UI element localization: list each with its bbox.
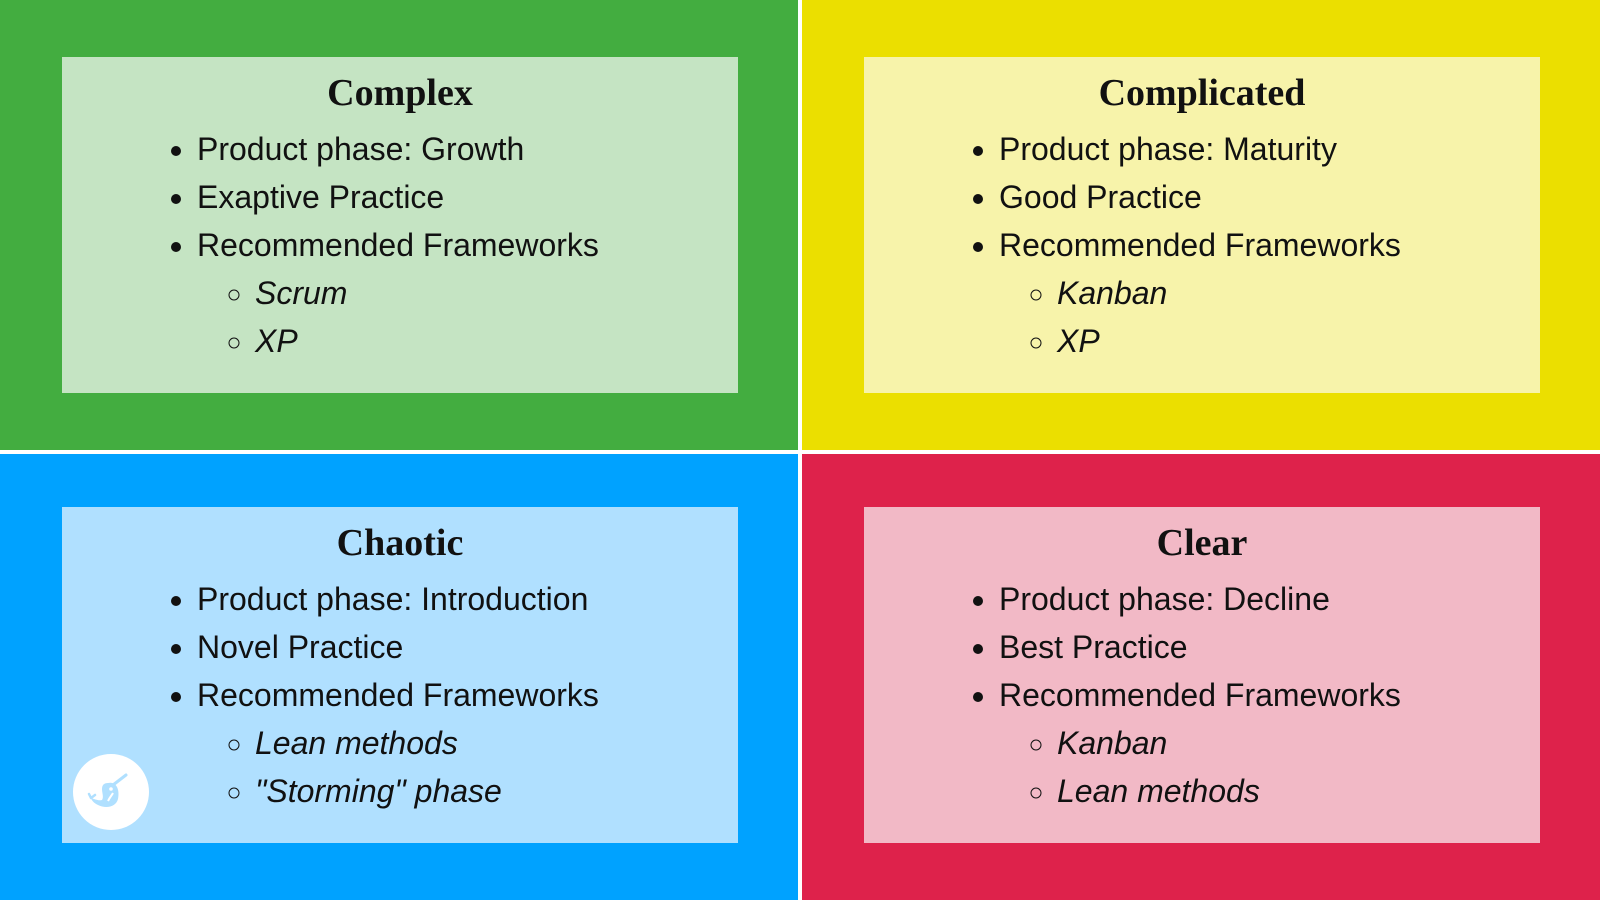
framework-item: XP [255, 317, 738, 365]
list-item: Recommended Frameworks Lean methods "Sto… [197, 671, 738, 815]
quadrant-complicated: Complicated Product phase: Maturity Good… [802, 0, 1600, 450]
card-title: Complex [327, 72, 473, 114]
narwhal-logo-icon [73, 754, 149, 830]
card-chaotic: Chaotic Product phase: Introduction Nove… [62, 507, 738, 843]
bullet-list: Product phase: Growth Exaptive Practice … [62, 125, 738, 365]
quadrant-clear: Clear Product phase: Decline Best Practi… [802, 454, 1600, 900]
framework-item: Scrum [255, 269, 738, 317]
list-item: Product phase: Decline [999, 575, 1540, 623]
quadrant-chaotic: Chaotic Product phase: Introduction Nove… [0, 454, 798, 900]
list-item: Novel Practice [197, 623, 738, 671]
framework-item: Lean methods [1057, 767, 1540, 815]
framework-item: Kanban [1057, 719, 1540, 767]
card-complicated: Complicated Product phase: Maturity Good… [864, 57, 1540, 393]
card-title: Chaotic [336, 522, 464, 564]
list-item: Product phase: Growth [197, 125, 738, 173]
list-item: Product phase: Introduction [197, 575, 738, 623]
framework-list: Kanban Lean methods [999, 719, 1540, 815]
framework-list: Lean methods "Storming" phase [197, 719, 738, 815]
list-item-label: Recommended Frameworks [999, 677, 1401, 713]
list-item-label: Recommended Frameworks [197, 227, 599, 263]
list-item-label: Recommended Frameworks [999, 227, 1401, 263]
quadrant-complex: Complex Product phase: Growth Exaptive P… [0, 0, 798, 450]
list-item-label: Recommended Frameworks [197, 677, 599, 713]
card-complex: Complex Product phase: Growth Exaptive P… [62, 57, 738, 393]
list-item: Exaptive Practice [197, 173, 738, 221]
card-clear: Clear Product phase: Decline Best Practi… [864, 507, 1540, 843]
bullet-list: Product phase: Maturity Good Practice Re… [864, 125, 1540, 365]
card-title: Complicated [1098, 72, 1306, 114]
framework-item: Lean methods [255, 719, 738, 767]
card-title: Clear [1156, 522, 1248, 564]
framework-item: Kanban [1057, 269, 1540, 317]
bullet-list: Product phase: Introduction Novel Practi… [62, 575, 738, 815]
list-item: Recommended Frameworks Kanban XP [999, 221, 1540, 365]
list-item: Good Practice [999, 173, 1540, 221]
framework-item: XP [1057, 317, 1540, 365]
list-item: Product phase: Maturity [999, 125, 1540, 173]
framework-list: Kanban XP [999, 269, 1540, 365]
list-item: Best Practice [999, 623, 1540, 671]
list-item: Recommended Frameworks Scrum XP [197, 221, 738, 365]
bullet-list: Product phase: Decline Best Practice Rec… [864, 575, 1540, 815]
framework-item: "Storming" phase [255, 767, 738, 815]
framework-list: Scrum XP [197, 269, 738, 365]
list-item: Recommended Frameworks Kanban Lean metho… [999, 671, 1540, 815]
